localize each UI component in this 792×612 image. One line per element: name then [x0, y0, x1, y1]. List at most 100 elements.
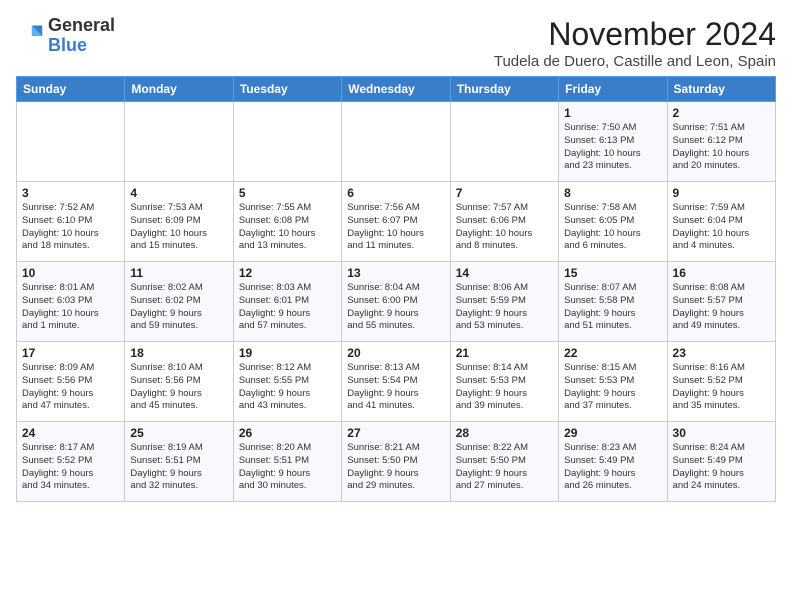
calendar-day-cell: 24 Sunrise: 8:17 AM Sunset: 5:52 PM Dayli… — [17, 422, 125, 502]
day-number: 4 — [130, 186, 227, 200]
month-title: November 2024 — [494, 16, 776, 53]
calendar-day-cell — [125, 102, 233, 182]
day-number: 19 — [239, 346, 336, 360]
calendar-day-cell: 14Sunrise: 8:06 AM Sunset: 5:59 PM Dayli… — [450, 262, 558, 342]
calendar-body: 1 Sunrise: 7:50 AM Sunset: 6:13 PM Daylig… — [17, 102, 776, 502]
day-info: Sunrise: 8:13 AM Sunset: 5:54 PM Dayligh… — [347, 362, 444, 413]
day-number: 18 — [130, 346, 227, 360]
calendar-day-cell — [233, 102, 341, 182]
day-info: Sunrise: 7:51 AM Sunset: 6:12 PM Dayligh… — [673, 122, 770, 173]
day-number: 21 — [456, 346, 553, 360]
day-info: Sunrise: 8:06 AM Sunset: 5:59 PM Dayligh… — [456, 282, 553, 333]
calendar-day-cell: 12 Sunrise: 8:03 AM Sunset: 6:01 PM Dayli… — [233, 262, 341, 342]
calendar-day-cell: 30 Sunrise: 8:24 AM Sunset: 5:49 PM Dayli… — [667, 422, 775, 502]
calendar-day-cell: 28Sunrise: 8:22 AM Sunset: 5:50 PM Dayli… — [450, 422, 558, 502]
column-header-monday: Monday — [125, 77, 233, 102]
calendar-day-cell: 16 Sunrise: 8:08 AM Sunset: 5:57 PM Dayli… — [667, 262, 775, 342]
calendar-day-cell: 7Sunrise: 7:57 AM Sunset: 6:06 PM Daylig… — [450, 182, 558, 262]
calendar-day-cell: 3 Sunrise: 7:52 AM Sunset: 6:10 PM Daylig… — [17, 182, 125, 262]
day-number: 27 — [347, 426, 444, 440]
day-info: Sunrise: 8:20 AM Sunset: 5:51 PM Dayligh… — [239, 442, 336, 493]
calendar-week-row: 17 Sunrise: 8:09 AM Sunset: 5:56 PM Dayli… — [17, 342, 776, 422]
day-info: Sunrise: 8:07 AM Sunset: 5:58 PM Dayligh… — [564, 282, 661, 333]
day-number: 22 — [564, 346, 661, 360]
day-number: 12 — [239, 266, 336, 280]
day-info: Sunrise: 8:23 AM Sunset: 5:49 PM Dayligh… — [564, 442, 661, 493]
day-number: 8 — [564, 186, 661, 200]
day-number: 30 — [673, 426, 770, 440]
column-header-friday: Friday — [559, 77, 667, 102]
day-number: 28 — [456, 426, 553, 440]
day-number: 6 — [347, 186, 444, 200]
day-info: Sunrise: 8:08 AM Sunset: 5:57 PM Dayligh… — [673, 282, 770, 333]
calendar-week-row: 1 Sunrise: 7:50 AM Sunset: 6:13 PM Daylig… — [17, 102, 776, 182]
calendar-header-row: SundayMondayTuesdayWednesdayThursdayFrid… — [17, 77, 776, 102]
calendar-day-cell: 21Sunrise: 8:14 AM Sunset: 5:53 PM Dayli… — [450, 342, 558, 422]
logo: General Blue — [16, 16, 115, 56]
calendar-day-cell: 10 Sunrise: 8:01 AM Sunset: 6:03 PM Dayli… — [17, 262, 125, 342]
calendar-day-cell: 20 Sunrise: 8:13 AM Sunset: 5:54 PM Dayli… — [342, 342, 450, 422]
calendar-day-cell: 15Sunrise: 8:07 AM Sunset: 5:58 PM Dayli… — [559, 262, 667, 342]
day-info: Sunrise: 7:53 AM Sunset: 6:09 PM Dayligh… — [130, 202, 227, 253]
day-number: 24 — [22, 426, 119, 440]
calendar-day-cell: 6Sunrise: 7:56 AM Sunset: 6:07 PM Daylig… — [342, 182, 450, 262]
day-info: Sunrise: 8:15 AM Sunset: 5:53 PM Dayligh… — [564, 362, 661, 413]
day-number: 10 — [22, 266, 119, 280]
day-info: Sunrise: 8:16 AM Sunset: 5:52 PM Dayligh… — [673, 362, 770, 413]
day-info: Sunrise: 8:19 AM Sunset: 5:51 PM Dayligh… — [130, 442, 227, 493]
day-number: 23 — [673, 346, 770, 360]
calendar-day-cell: 19 Sunrise: 8:12 AM Sunset: 5:55 PM Dayli… — [233, 342, 341, 422]
column-header-saturday: Saturday — [667, 77, 775, 102]
calendar-day-cell — [342, 102, 450, 182]
day-number: 13 — [347, 266, 444, 280]
calendar-day-cell — [17, 102, 125, 182]
page-header: General Blue November 2024 Tudela de Due… — [16, 16, 776, 70]
day-info: Sunrise: 8:01 AM Sunset: 6:03 PM Dayligh… — [22, 282, 119, 333]
day-number: 1 — [564, 106, 661, 120]
day-info: Sunrise: 8:21 AM Sunset: 5:50 PM Dayligh… — [347, 442, 444, 493]
day-info: Sunrise: 8:03 AM Sunset: 6:01 PM Dayligh… — [239, 282, 336, 333]
day-info: Sunrise: 8:09 AM Sunset: 5:56 PM Dayligh… — [22, 362, 119, 413]
day-number: 17 — [22, 346, 119, 360]
title-area: November 2024 Tudela de Duero, Castille … — [494, 16, 776, 70]
column-header-sunday: Sunday — [17, 77, 125, 102]
day-info: Sunrise: 8:10 AM Sunset: 5:56 PM Dayligh… — [130, 362, 227, 413]
day-info: Sunrise: 7:50 AM Sunset: 6:13 PM Dayligh… — [564, 122, 661, 173]
calendar-day-cell: 11Sunrise: 8:02 AM Sunset: 6:02 PM Dayli… — [125, 262, 233, 342]
day-number: 2 — [673, 106, 770, 120]
calendar-day-cell: 25 Sunrise: 8:19 AM Sunset: 5:51 PM Dayli… — [125, 422, 233, 502]
calendar-day-cell: 9 Sunrise: 7:59 AM Sunset: 6:04 PM Daylig… — [667, 182, 775, 262]
day-info: Sunrise: 8:17 AM Sunset: 5:52 PM Dayligh… — [22, 442, 119, 493]
day-number: 25 — [130, 426, 227, 440]
location-title: Tudela de Duero, Castille and Leon, Spai… — [494, 53, 776, 70]
calendar-day-cell: 26 Sunrise: 8:20 AM Sunset: 5:51 PM Dayli… — [233, 422, 341, 502]
calendar-day-cell: 2 Sunrise: 7:51 AM Sunset: 6:12 PM Daylig… — [667, 102, 775, 182]
calendar-day-cell: 27 Sunrise: 8:21 AM Sunset: 5:50 PM Dayli… — [342, 422, 450, 502]
calendar-day-cell: 29 Sunrise: 8:23 AM Sunset: 5:49 PM Dayli… — [559, 422, 667, 502]
calendar-week-row: 3 Sunrise: 7:52 AM Sunset: 6:10 PM Daylig… — [17, 182, 776, 262]
calendar-table: SundayMondayTuesdayWednesdayThursdayFrid… — [16, 76, 776, 502]
calendar-day-cell — [450, 102, 558, 182]
day-info: Sunrise: 8:24 AM Sunset: 5:49 PM Dayligh… — [673, 442, 770, 493]
day-info: Sunrise: 7:52 AM Sunset: 6:10 PM Dayligh… — [22, 202, 119, 253]
logo-icon — [16, 22, 44, 50]
day-info: Sunrise: 7:59 AM Sunset: 6:04 PM Dayligh… — [673, 202, 770, 253]
column-header-wednesday: Wednesday — [342, 77, 450, 102]
day-number: 3 — [22, 186, 119, 200]
calendar-week-row: 10 Sunrise: 8:01 AM Sunset: 6:03 PM Dayli… — [17, 262, 776, 342]
calendar-day-cell: 5Sunrise: 7:55 AM Sunset: 6:08 PM Daylig… — [233, 182, 341, 262]
day-number: 9 — [673, 186, 770, 200]
calendar-week-row: 24 Sunrise: 8:17 AM Sunset: 5:52 PM Dayli… — [17, 422, 776, 502]
day-number: 29 — [564, 426, 661, 440]
logo-text: General Blue — [48, 16, 115, 56]
day-info: Sunrise: 8:12 AM Sunset: 5:55 PM Dayligh… — [239, 362, 336, 413]
day-info: Sunrise: 7:57 AM Sunset: 6:06 PM Dayligh… — [456, 202, 553, 253]
day-info: Sunrise: 7:58 AM Sunset: 6:05 PM Dayligh… — [564, 202, 661, 253]
column-header-thursday: Thursday — [450, 77, 558, 102]
day-number: 11 — [130, 266, 227, 280]
day-number: 26 — [239, 426, 336, 440]
calendar-day-cell: 1 Sunrise: 7:50 AM Sunset: 6:13 PM Daylig… — [559, 102, 667, 182]
day-number: 20 — [347, 346, 444, 360]
calendar-day-cell: 4 Sunrise: 7:53 AM Sunset: 6:09 PM Daylig… — [125, 182, 233, 262]
day-number: 16 — [673, 266, 770, 280]
